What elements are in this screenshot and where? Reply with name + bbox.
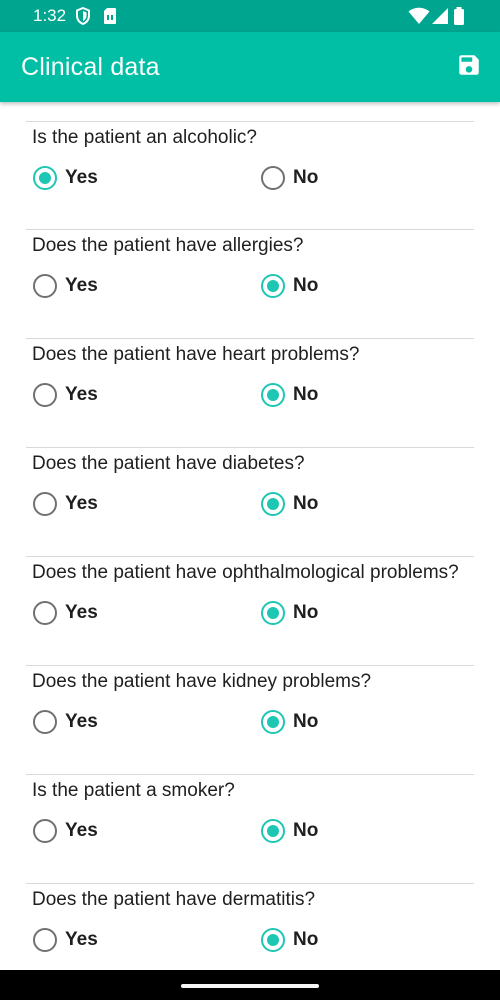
status-bar: 1:32: [0, 0, 500, 32]
page-title: Clinical data: [21, 53, 160, 81]
alcoholic-no-option[interactable]: No: [261, 166, 318, 190]
radio-button[interactable]: [33, 819, 57, 843]
question-options: Yes No: [26, 367, 474, 427]
question-dermatitis: Does the patient have dermatitis? Yes No: [26, 883, 474, 970]
kidney-problems-no-option[interactable]: No: [261, 710, 318, 734]
radio-button[interactable]: [33, 601, 57, 625]
yes-label: Yes: [65, 275, 98, 296]
save-icon: [456, 52, 482, 83]
radio-button-selected[interactable]: [261, 819, 285, 843]
question-options: Yes No: [26, 258, 474, 318]
diabetes-no-option[interactable]: No: [261, 492, 318, 516]
clinical-questions-list[interactable]: Is the patient an alcoholic? Yes No Does…: [0, 102, 500, 970]
radio-button[interactable]: [33, 928, 57, 952]
allergies-no-option[interactable]: No: [261, 274, 318, 298]
ophthalmological-yes-option[interactable]: Yes: [33, 601, 98, 625]
radio-button[interactable]: [33, 383, 57, 407]
battery-icon: [453, 7, 465, 30]
no-label: No: [293, 493, 319, 514]
alcoholic-yes-option[interactable]: Yes: [33, 166, 98, 190]
question-options: Yes No: [26, 585, 474, 645]
yes-label: Yes: [65, 820, 98, 841]
radio-button[interactable]: [33, 710, 57, 734]
question-text: Does the patient have kidney problems?: [32, 671, 372, 692]
no-label: No: [293, 929, 319, 950]
sim-card-icon: [103, 7, 119, 25]
question-text: Is the patient an alcoholic?: [32, 127, 257, 148]
question-alcoholic: Is the patient an alcoholic? Yes No: [26, 121, 474, 229]
question-text: Does the patient have dermatitis?: [32, 889, 316, 910]
yes-label: Yes: [65, 929, 98, 950]
question-kidney-problems: Does the patient have kidney problems? Y…: [26, 665, 474, 774]
question-options: Yes No: [26, 912, 474, 970]
home-gesture-handle[interactable]: [181, 984, 319, 988]
radio-button-selected[interactable]: [261, 492, 285, 516]
diabetes-yes-option[interactable]: Yes: [33, 492, 98, 516]
app-bar: Clinical data: [0, 32, 500, 102]
smoker-yes-option[interactable]: Yes: [33, 819, 98, 843]
question-text: Does the patient have heart problems?: [32, 344, 360, 365]
no-label: No: [293, 711, 319, 732]
radio-button-selected[interactable]: [261, 601, 285, 625]
no-label: No: [293, 167, 319, 188]
radio-button[interactable]: [33, 492, 57, 516]
status-time: 1:32: [33, 6, 67, 25]
heart-problems-no-option[interactable]: No: [261, 383, 318, 407]
allergies-yes-option[interactable]: Yes: [33, 274, 98, 298]
question-text: Does the patient have diabetes?: [32, 453, 305, 474]
question-options: Yes No: [26, 694, 474, 754]
yes-label: Yes: [65, 384, 98, 405]
no-label: No: [293, 602, 319, 623]
save-button[interactable]: [452, 50, 486, 84]
yes-label: Yes: [65, 167, 98, 188]
kidney-problems-yes-option[interactable]: Yes: [33, 710, 98, 734]
no-label: No: [293, 820, 319, 841]
question-smoker: Is the patient a smoker? Yes No: [26, 774, 474, 883]
yes-label: Yes: [65, 711, 98, 732]
question-diabetes: Does the patient have diabetes? Yes No: [26, 447, 474, 556]
radio-button-selected[interactable]: [261, 383, 285, 407]
question-text: Does the patient have ophthalmological p…: [32, 562, 459, 583]
question-allergies: Does the patient have allergies? Yes No: [26, 229, 474, 338]
yes-label: Yes: [65, 602, 98, 623]
yes-label: Yes: [65, 493, 98, 514]
radio-button-selected[interactable]: [261, 710, 285, 734]
question-ophthalmological: Does the patient have ophthalmological p…: [26, 556, 474, 665]
no-label: No: [293, 384, 319, 405]
question-options: Yes No: [26, 150, 474, 210]
question-text: Does the patient have allergies?: [32, 235, 304, 256]
radio-button-selected[interactable]: [261, 274, 285, 298]
dermatitis-no-option[interactable]: No: [261, 928, 318, 952]
question-options: Yes No: [26, 803, 474, 863]
radio-button[interactable]: [33, 274, 57, 298]
smoker-no-option[interactable]: No: [261, 819, 318, 843]
wifi-icon: [408, 7, 430, 30]
shield-icon: [75, 6, 91, 26]
heart-problems-yes-option[interactable]: Yes: [33, 383, 98, 407]
ophthalmological-no-option[interactable]: No: [261, 601, 318, 625]
question-heart-problems: Does the patient have heart problems? Ye…: [26, 338, 474, 447]
radio-button-selected[interactable]: [33, 166, 57, 190]
signal-icon: [432, 7, 448, 30]
radio-button-selected[interactable]: [261, 928, 285, 952]
question-text: Is the patient a smoker?: [32, 780, 235, 801]
dermatitis-yes-option[interactable]: Yes: [33, 928, 98, 952]
question-options: Yes No: [26, 476, 474, 536]
navigation-bar: [0, 970, 500, 1000]
radio-button[interactable]: [261, 166, 285, 190]
no-label: No: [293, 275, 319, 296]
